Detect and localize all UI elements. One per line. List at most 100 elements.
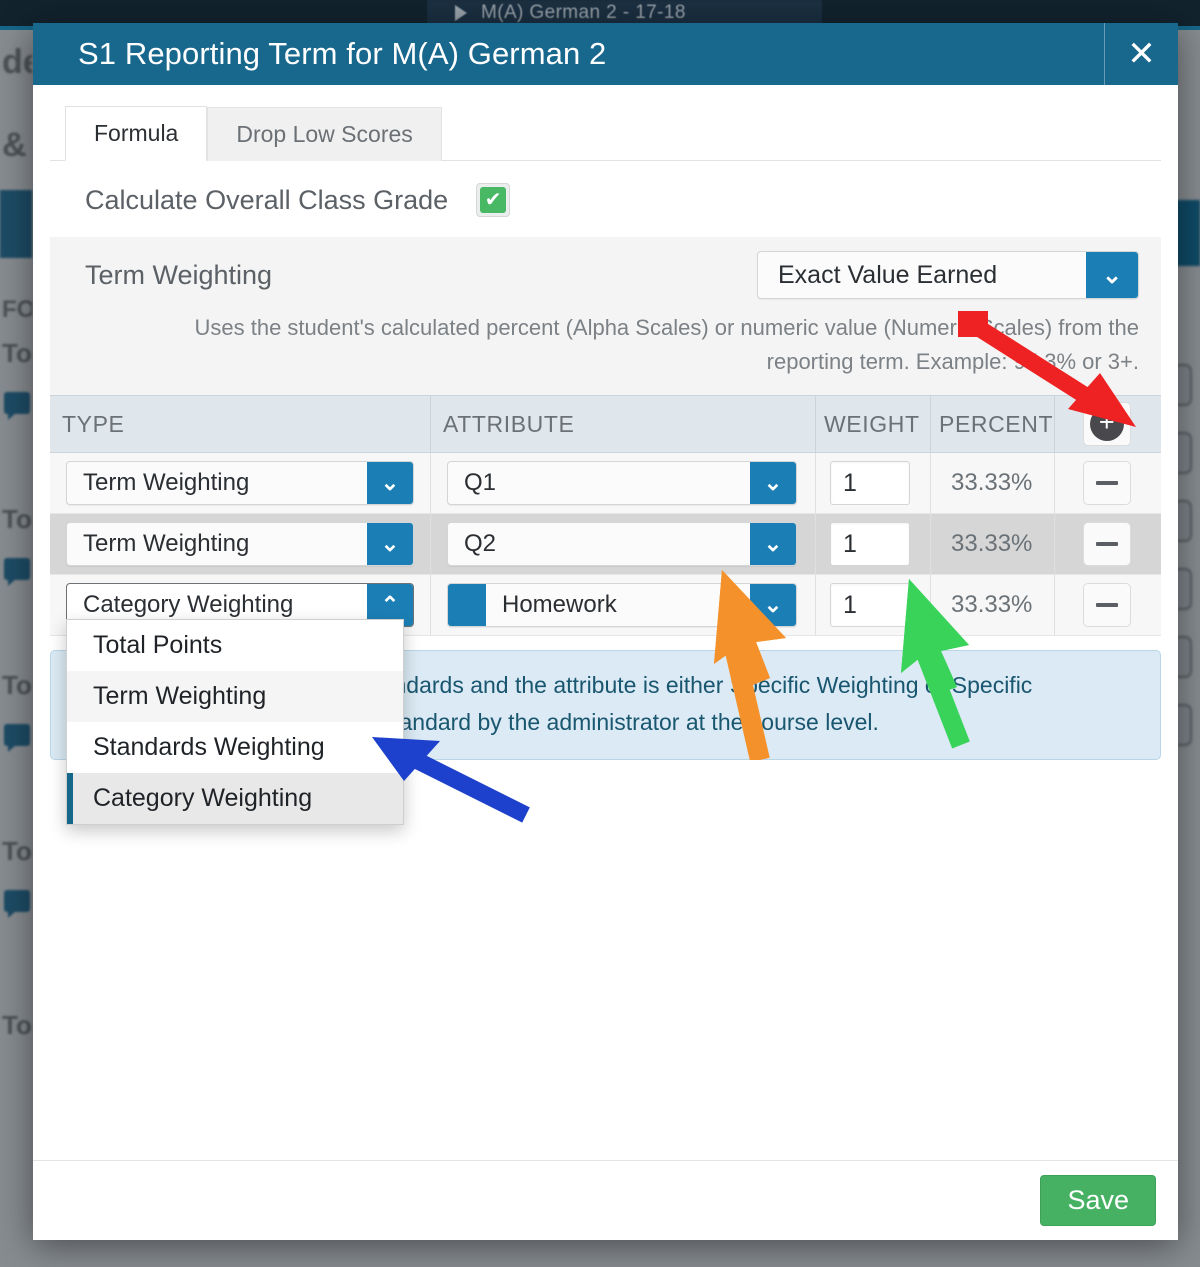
chevron-down-icon: ⌄ (750, 462, 796, 505)
minus-icon (1096, 603, 1118, 608)
row-type-cell: Term Weighting ⌄ (50, 453, 430, 513)
background-label: Tota (2, 338, 32, 368)
menu-item-category-weighting[interactable]: Category Weighting (67, 773, 403, 824)
weight-input-row-1[interactable] (830, 461, 910, 506)
column-header-percent: PERCENT (930, 396, 1054, 453)
attribute-value-row-1: Q1 (464, 469, 497, 497)
background-label: Tota (2, 836, 32, 866)
comment-icon (4, 724, 30, 752)
background-comment (0, 542, 32, 610)
background-block (0, 190, 32, 258)
menu-item-standards-weighting[interactable]: Standards Weighting (67, 722, 403, 773)
minus-icon (1096, 542, 1118, 547)
play-triangle-icon (455, 5, 467, 21)
background-breadcrumb-label: M(A) German 2 - 17-18 (481, 2, 686, 23)
percent-value-row-1: 33.33% (951, 469, 1033, 497)
remove-row-button-2[interactable] (1083, 522, 1131, 567)
row-weight-cell (815, 514, 930, 575)
tab-bar: Formula Drop Low Scores (50, 85, 1161, 161)
type-dropdown-row-1[interactable]: Term Weighting ⌄ (66, 461, 414, 506)
chevron-down-icon: ⌄ (367, 462, 413, 505)
background-block (0, 776, 32, 828)
remove-row-button-3[interactable] (1083, 583, 1131, 628)
background-label: Tota (2, 504, 32, 534)
remove-row-button-1[interactable] (1083, 461, 1131, 506)
chevron-down-icon: ⌄ (367, 523, 413, 566)
menu-item-term-weighting[interactable]: Term Weighting (67, 671, 403, 722)
term-weighting-label: Term Weighting (85, 259, 273, 290)
row-weight-cell (815, 453, 930, 514)
background-block (0, 444, 32, 496)
tab-formula[interactable]: Formula (65, 106, 208, 161)
row-weight-cell (815, 575, 930, 636)
attribute-dropdown-row-1[interactable]: Q1 ⌄ (447, 461, 797, 506)
background-comment (0, 708, 32, 776)
background-left-column: de & P FOR Tota Tota Tota Tota Total Poi… (0, 30, 32, 1267)
attribute-value-row-3: Homework (502, 591, 617, 619)
type-dropdown-row-2[interactable]: Term Weighting ⌄ (66, 522, 414, 567)
background-comment (0, 376, 32, 444)
chevron-down-icon: ⌄ (1086, 252, 1138, 298)
check-icon: ✔ (480, 187, 507, 213)
term-weighting-description: Uses the student's calculated percent (A… (194, 315, 1140, 375)
chevron-down-icon: ⌄ (750, 584, 796, 627)
type-dropdown-menu[interactable]: Total Points Term Weighting Standards We… (66, 619, 404, 825)
minus-icon (1096, 481, 1118, 486)
type-value-row-1: Term Weighting (83, 469, 250, 497)
calculate-overall-grade-row: Calculate Overall Class Grade ✔ (50, 161, 1161, 237)
background-block (0, 610, 32, 662)
weight-input-row-2[interactable] (830, 522, 910, 567)
term-weighting-section: Term Weighting Exact Value Earned ⌄ Uses… (50, 237, 1161, 396)
percent-value-row-2: 33.33% (951, 530, 1033, 558)
column-header-weight: WEIGHT (815, 396, 930, 453)
row-percent-cell: 33.33% (930, 575, 1054, 636)
row-attribute-cell: Q1 ⌄ (430, 453, 815, 514)
background-label: FOR (2, 296, 32, 323)
row-percent-cell: 33.33% (930, 514, 1054, 575)
background-label: de (2, 43, 32, 81)
percent-value-row-3: 33.33% (951, 591, 1033, 619)
formula-table: TYPE ATTRIBUTE WEIGHT PERCENT + Term Wei… (50, 395, 1161, 637)
add-row-cell: + (1054, 396, 1159, 453)
row-action-cell (1054, 453, 1159, 514)
row-action-cell (1054, 514, 1159, 575)
row-action-cell (1054, 575, 1159, 636)
row-percent-cell: 33.33% (930, 453, 1054, 514)
term-weighting-select[interactable]: Exact Value Earned ⌄ (757, 251, 1139, 299)
formula-table-header: TYPE ATTRIBUTE WEIGHT PERCENT + (50, 395, 1161, 454)
term-weighting-select-value: Exact Value Earned (778, 260, 998, 289)
comment-icon (4, 890, 30, 918)
plus-icon: + (1090, 407, 1124, 442)
column-header-attribute: ATTRIBUTE (430, 396, 815, 453)
add-row-button[interactable]: + (1083, 402, 1131, 447)
tab-drop-low-scores[interactable]: Drop Low Scores (207, 107, 442, 161)
table-row: Term Weighting ⌄ Q1 ⌄ 33.33% (50, 453, 1161, 515)
attribute-dropdown-row-3[interactable]: Homework ⌄ (447, 583, 797, 628)
dialog-header: S1 Reporting Term for M(A) German 2 ✕ (33, 23, 1178, 85)
type-value-row-2: Term Weighting (83, 530, 250, 558)
attribute-dropdown-row-2[interactable]: Q2 ⌄ (447, 522, 797, 567)
close-icon[interactable]: ✕ (1104, 23, 1178, 85)
row-attribute-cell: Homework ⌄ (430, 575, 815, 636)
column-header-type: TYPE (62, 410, 125, 437)
chevron-down-icon: ⌄ (750, 523, 796, 566)
row-type-cell: Term Weighting ⌄ (50, 514, 430, 574)
dialog-footer: Save (33, 1160, 1178, 1240)
calculate-overall-grade-checkbox[interactable]: ✔ (476, 183, 511, 217)
background-comment (0, 874, 32, 942)
menu-item-total-points[interactable]: Total Points (67, 620, 403, 671)
background-block (0, 942, 32, 1002)
table-row: Term Weighting ⌄ Q2 ⌄ 33.33% (50, 514, 1161, 576)
category-color-swatch (448, 584, 486, 627)
background-block (0, 258, 32, 290)
dialog-title: S1 Reporting Term for M(A) German 2 (78, 36, 607, 71)
comment-icon (4, 558, 30, 586)
calculate-overall-grade-label: Calculate Overall Class Grade (85, 184, 449, 215)
save-button[interactable]: Save (1040, 1175, 1156, 1226)
background-label: Total Points (2, 1010, 32, 1040)
background-label: Tota (2, 670, 32, 700)
attribute-value-row-2: Q2 (464, 530, 497, 558)
background-label: & P (2, 126, 32, 164)
weight-input-row-3[interactable] (830, 583, 910, 628)
comment-icon (4, 392, 30, 420)
